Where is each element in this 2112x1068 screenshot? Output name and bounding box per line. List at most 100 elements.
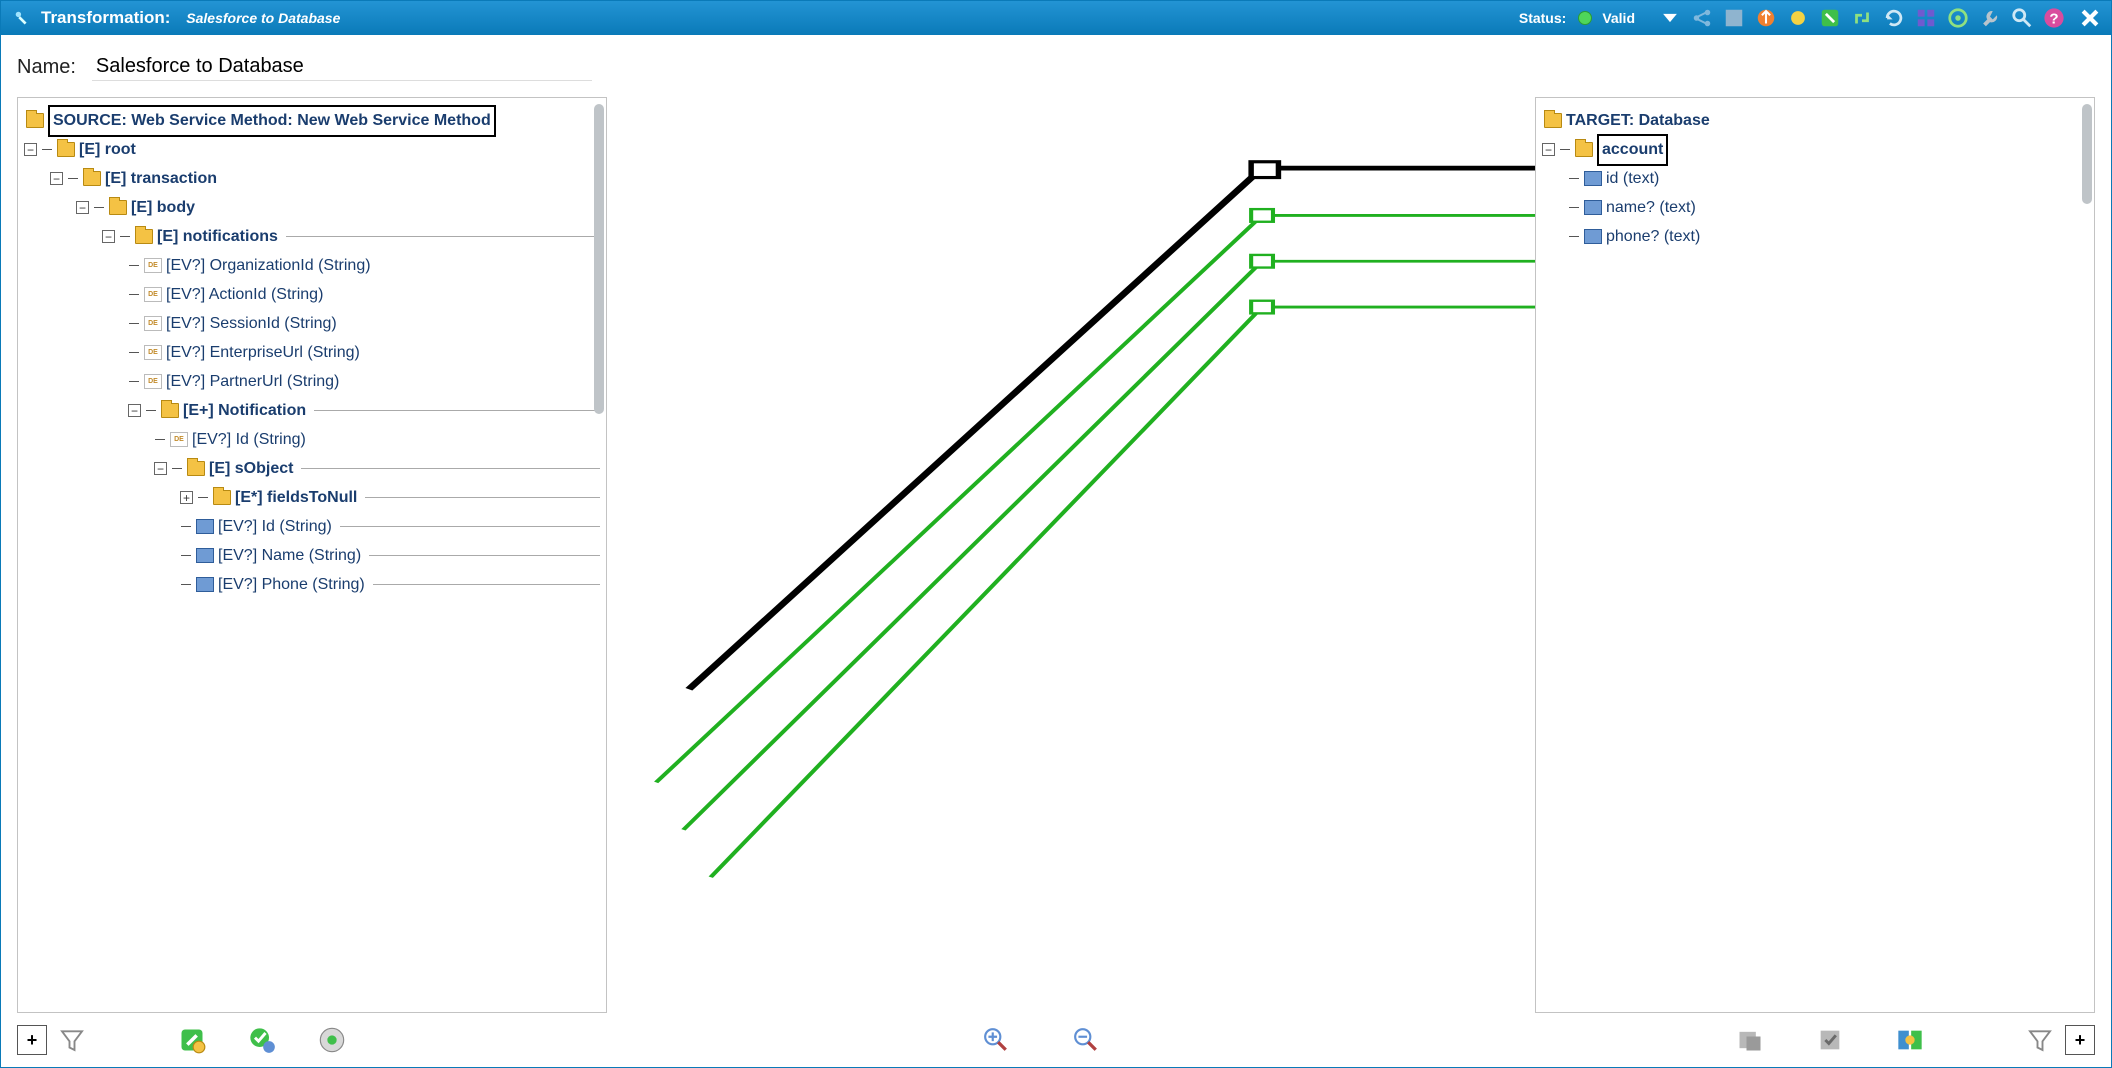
leaf-label: name? (text) [1606,194,1696,222]
globe-up-icon[interactable] [1755,7,1777,29]
leaf-label: phone? (text) [1606,223,1700,251]
de-icon [144,287,162,302]
target-action1-icon[interactable] [1735,1025,1765,1055]
tree-leaf[interactable]: [EV?] Phone (String) [180,570,600,599]
status-label: Status: [1519,10,1566,26]
tree-node-body[interactable]: − [E] body [76,193,600,222]
zoom-in-icon[interactable] [981,1025,1011,1055]
folder-icon [135,229,153,244]
tree-node-sobject[interactable]: − [E] sObject [154,454,600,483]
tree-node-root[interactable]: − [E] root [24,135,600,164]
leaf-label: [EV?] Name (String) [218,542,361,570]
help-icon[interactable]: ? [2043,7,2065,29]
grid-icon[interactable] [1915,7,1937,29]
node-label: [E*] fieldsToNull [235,484,357,512]
main-area: SOURCE: Web Service Method: New Web Serv… [1,89,2111,1021]
expand-icon[interactable]: + [180,491,193,504]
tree-leaf[interactable]: [EV?] Id (String) [154,425,600,454]
source-header-row[interactable]: SOURCE: Web Service Method: New Web Serv… [24,106,600,135]
tree-leaf[interactable]: [EV?] Id (String) [180,512,600,541]
add-source-button[interactable]: + [17,1025,47,1055]
target-header-row[interactable]: TARGET: Database [1542,106,2088,135]
de-icon [144,258,162,273]
close-icon[interactable] [2079,7,2101,29]
filter-source-icon[interactable] [57,1025,87,1055]
leaf-label: [EV?] Id (String) [218,513,332,541]
folder-icon [26,113,44,128]
folder-icon [57,142,75,157]
green-action1-icon[interactable] [177,1025,207,1055]
tree-node-transaction[interactable]: − [E] transaction [50,164,600,193]
zoom-out-icon[interactable] [1071,1025,1101,1055]
tree-leaf[interactable]: name? (text) [1568,193,2088,222]
folder-icon [1544,113,1562,128]
leaf-label: [EV?] ActionId (String) [166,281,323,309]
circle2-icon[interactable] [1947,7,1969,29]
de-icon [144,345,162,360]
gear-globe-icon[interactable] [317,1025,347,1055]
refresh-icon[interactable] [1883,7,1905,29]
source-panel: SOURCE: Web Service Method: New Web Serv… [17,97,607,1013]
node-label: [E] root [79,136,136,164]
collapse-icon[interactable]: − [76,201,89,214]
collapse-icon[interactable]: − [128,404,141,417]
field-icon [196,519,214,534]
title-name: Salesforce to Database [186,10,340,26]
scrollbar[interactable] [2082,104,2092,204]
leaf-label: [EV?] EnterpriseUrl (String) [166,339,360,367]
folder-icon [161,403,179,418]
tree-leaf[interactable]: [EV?] ActionId (String) [128,280,600,309]
name-input[interactable] [92,53,592,81]
scrollbar[interactable] [594,104,604,414]
yellow-dot-icon[interactable] [1787,7,1809,29]
tree-leaf[interactable]: [EV?] OrganizationId (String) [128,251,600,280]
collapse-icon[interactable]: − [50,172,63,185]
collapse-icon[interactable]: − [24,143,37,156]
tree-leaf[interactable]: [EV?] EnterpriseUrl (String) [128,338,600,367]
name-label: Name: [17,56,76,79]
tree-node-fieldstonull[interactable]: + [E*] fieldsToNull [180,483,600,512]
search-icon[interactable] [2011,7,2033,29]
target-action2-icon[interactable] [1815,1025,1845,1055]
tree-leaf[interactable]: id (text) [1568,164,2088,193]
green-square-icon[interactable] [1819,7,1841,29]
tree-node-notification[interactable]: − [E+] Notification [128,396,600,425]
add-target-button[interactable]: + [2065,1025,2095,1055]
arrows-icon[interactable] [1851,7,1873,29]
notes-icon[interactable] [1723,7,1745,29]
field-icon [1584,200,1602,215]
leaf-label: id (text) [1606,165,1659,193]
wrench-icon[interactable] [1979,7,2001,29]
field-icon [1584,229,1602,244]
de-icon [144,374,162,389]
share-icon[interactable] [1691,7,1713,29]
tree-node-notifications[interactable]: − [E] notifications [102,222,600,251]
folder-icon [1575,142,1593,157]
bottom-toolbar: + + [1,1021,2111,1067]
source-header: SOURCE: Web Service Method: New Web Serv… [48,105,496,137]
filter-target-icon[interactable] [2025,1025,2055,1055]
leaf-label: [EV?] PartnerUrl (String) [166,368,339,396]
tree-leaf[interactable]: [EV?] SessionId (String) [128,309,600,338]
leaf-label: [EV?] SessionId (String) [166,310,337,338]
folder-icon [83,171,101,186]
svg-text:?: ? [2049,11,2058,28]
name-row: Name: [1,35,2111,89]
target-action3-icon[interactable] [1895,1025,1925,1055]
tree-leaf[interactable]: [EV?] Name (String) [180,541,600,570]
leaf-label: [EV?] Phone (String) [218,571,365,599]
node-label: [E] body [131,194,195,222]
collapse-icon[interactable]: − [1542,143,1555,156]
tree-leaf[interactable]: [EV?] PartnerUrl (String) [128,367,600,396]
collapse-icon[interactable]: − [154,462,167,475]
collapse-icon[interactable]: − [102,230,115,243]
field-icon [196,577,214,592]
green-action2-icon[interactable] [247,1025,277,1055]
target-panel: TARGET: Database − account id (text) nam… [1535,97,2095,1013]
de-icon [144,316,162,331]
tree-node-account[interactable]: − account [1542,135,2088,164]
dropdown-arrow-icon[interactable] [1659,7,1681,29]
titlebar: Transformation: Salesforce to Database S… [1,1,2111,35]
folder-icon [109,200,127,215]
tree-leaf[interactable]: phone? (text) [1568,222,2088,251]
